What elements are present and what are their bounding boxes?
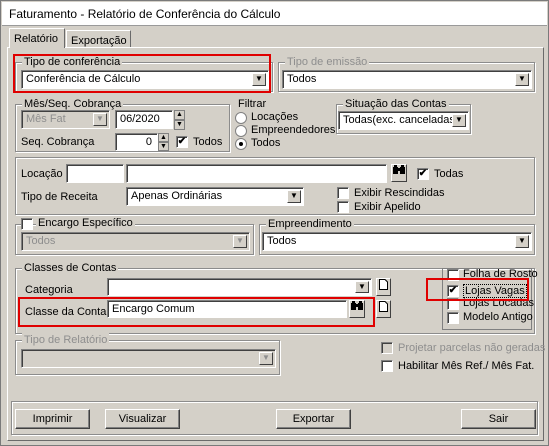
situacao-select[interactable]: Todas(exc. canceladas ▼ [338, 111, 469, 130]
empreendimento-legend: Empreendimento [266, 217, 354, 231]
radio-locacoes[interactable] [235, 112, 247, 124]
situacao-legend: Situação das Contas [343, 97, 449, 111]
modelo-antigo-checkbox[interactable] [447, 312, 459, 324]
locacao-code-field[interactable] [66, 164, 124, 183]
locacao-name-field[interactable] [126, 164, 387, 183]
exibir-rescindidas-label: Exibir Rescindidas [354, 187, 445, 199]
date-spin-up-icon[interactable]: ▲ [174, 110, 185, 120]
todas-checkbox[interactable]: ✔ [417, 168, 429, 180]
exibir-apelido-label: Exibir Apelido [354, 201, 421, 213]
categoria-select[interactable]: ▼ [107, 278, 372, 296]
radio-empreendedores-label: Empreendedores [251, 124, 336, 136]
tipo-receita-label: Tipo de Receita [21, 191, 98, 203]
encargo-especifico-label: Encargo Específico [36, 217, 135, 229]
seq-spin-down-icon[interactable]: ▼ [158, 142, 169, 151]
imprimir-label: Imprimir [32, 413, 73, 425]
projetar-checkbox[interactable] [381, 342, 393, 354]
habilitar-label: Habilitar Mês Ref./ Mês Fat. [398, 360, 535, 372]
tab-exportacao[interactable]: Exportação [66, 30, 131, 48]
date-spin-down-icon[interactable]: ▼ [174, 120, 185, 130]
window-title: Faturamento - Relatório de Conferência d… [2, 2, 547, 26]
sair-label: Sair [488, 413, 509, 425]
seq-spin-up-icon[interactable]: ▲ [158, 133, 169, 142]
modelo-antigo-label: Modelo Antigo [463, 311, 533, 323]
chevron-down-icon[interactable]: ▼ [93, 113, 107, 126]
main-window: Faturamento - Relatório de Conferência d… [0, 0, 549, 446]
tipo-receita-select[interactable]: Apenas Ordinárias ▼ [126, 187, 304, 206]
encargo-select[interactable]: Todos ▼ [21, 232, 250, 251]
empreendimento-select[interactable]: Todos ▼ [262, 232, 532, 251]
visualizar-label: Visualizar [118, 413, 167, 425]
chevron-down-icon[interactable]: ▼ [515, 73, 529, 86]
highlight-box-classe-conta [18, 297, 375, 327]
mes-seq-legend: Mês/Seq. Cobrança [22, 97, 124, 111]
projetar-label: Projetar parcelas não geradas [398, 342, 546, 354]
filtrar-legend: Filtrar [236, 97, 269, 111]
chevron-down-icon[interactable]: ▼ [233, 235, 247, 248]
situacao-value: Todas(exc. canceladas [343, 114, 455, 126]
exibir-rescindidas-checkbox[interactable] [337, 187, 349, 199]
seq-cobranca-label: Seq. Cobrança [21, 136, 95, 148]
tab-relatorio[interactable]: Relatório [9, 28, 65, 48]
buttons-bar [11, 401, 538, 435]
imprimir-button[interactable]: Imprimir [15, 409, 90, 429]
categoria-label: Categoria [25, 284, 73, 296]
classe-document-icon[interactable] [376, 300, 391, 318]
tipo-emissao-value: Todos [287, 73, 317, 85]
encargo-value: Todos [26, 235, 56, 247]
date-field[interactable]: 06/2020 [115, 110, 173, 129]
todos-checkbox[interactable]: ✔ [176, 136, 188, 148]
sair-button[interactable]: Sair [461, 409, 536, 429]
exportar-label: Exportar [292, 413, 335, 425]
highlight-box-tipo-conferencia [13, 54, 271, 93]
chevron-down-icon[interactable]: ▼ [452, 114, 466, 127]
chevron-down-icon[interactable]: ▼ [515, 235, 529, 248]
chevron-down-icon[interactable]: ▼ [287, 190, 301, 203]
tipo-emissao-select[interactable]: Todos ▼ [282, 70, 532, 89]
binoculars-icon[interactable] [391, 164, 407, 182]
seq-cobranca-field[interactable]: 0 [115, 133, 158, 151]
encargo-especifico-checkbox[interactable] [21, 218, 33, 230]
exibir-apelido-checkbox[interactable] [337, 201, 349, 213]
highlight-box-lojas-vagas [426, 278, 529, 301]
seq-cobranca-value: 0 [145, 136, 152, 148]
locacao-label: Locação [21, 168, 63, 180]
date-value: 06/2020 [120, 113, 160, 125]
chevron-down-icon[interactable]: ▼ [355, 281, 369, 293]
tipo-receita-value: Apenas Ordinárias [131, 190, 223, 202]
todos-label: Todos [193, 136, 223, 148]
mes-fat-value: Mês Fat [26, 113, 66, 125]
visualizar-button[interactable]: Visualizar [105, 409, 180, 429]
radio-locacoes-label: Locações [251, 111, 299, 123]
exportar-button[interactable]: Exportar [276, 409, 351, 429]
mes-fat-select[interactable]: Mês Fat ▼ [21, 110, 110, 129]
chevron-down-icon[interactable]: ▼ [259, 352, 273, 365]
categoria-document-icon[interactable] [376, 278, 391, 296]
empreendimento-value: Todos [267, 235, 297, 247]
todas-label: Todas [434, 168, 464, 180]
classes-legend: Classes de Contas [22, 261, 119, 275]
radio-todos-label: Todos [251, 137, 281, 149]
tipo-emissao-legend: Tipo de emissão [285, 55, 370, 69]
radio-todos[interactable] [235, 138, 247, 150]
tipo-relatorio-select[interactable]: ▼ [21, 349, 276, 368]
radio-empreendedores[interactable] [235, 125, 247, 137]
habilitar-checkbox[interactable] [381, 360, 393, 372]
tipo-relatorio-legend: Tipo de Relatório [22, 333, 110, 347]
